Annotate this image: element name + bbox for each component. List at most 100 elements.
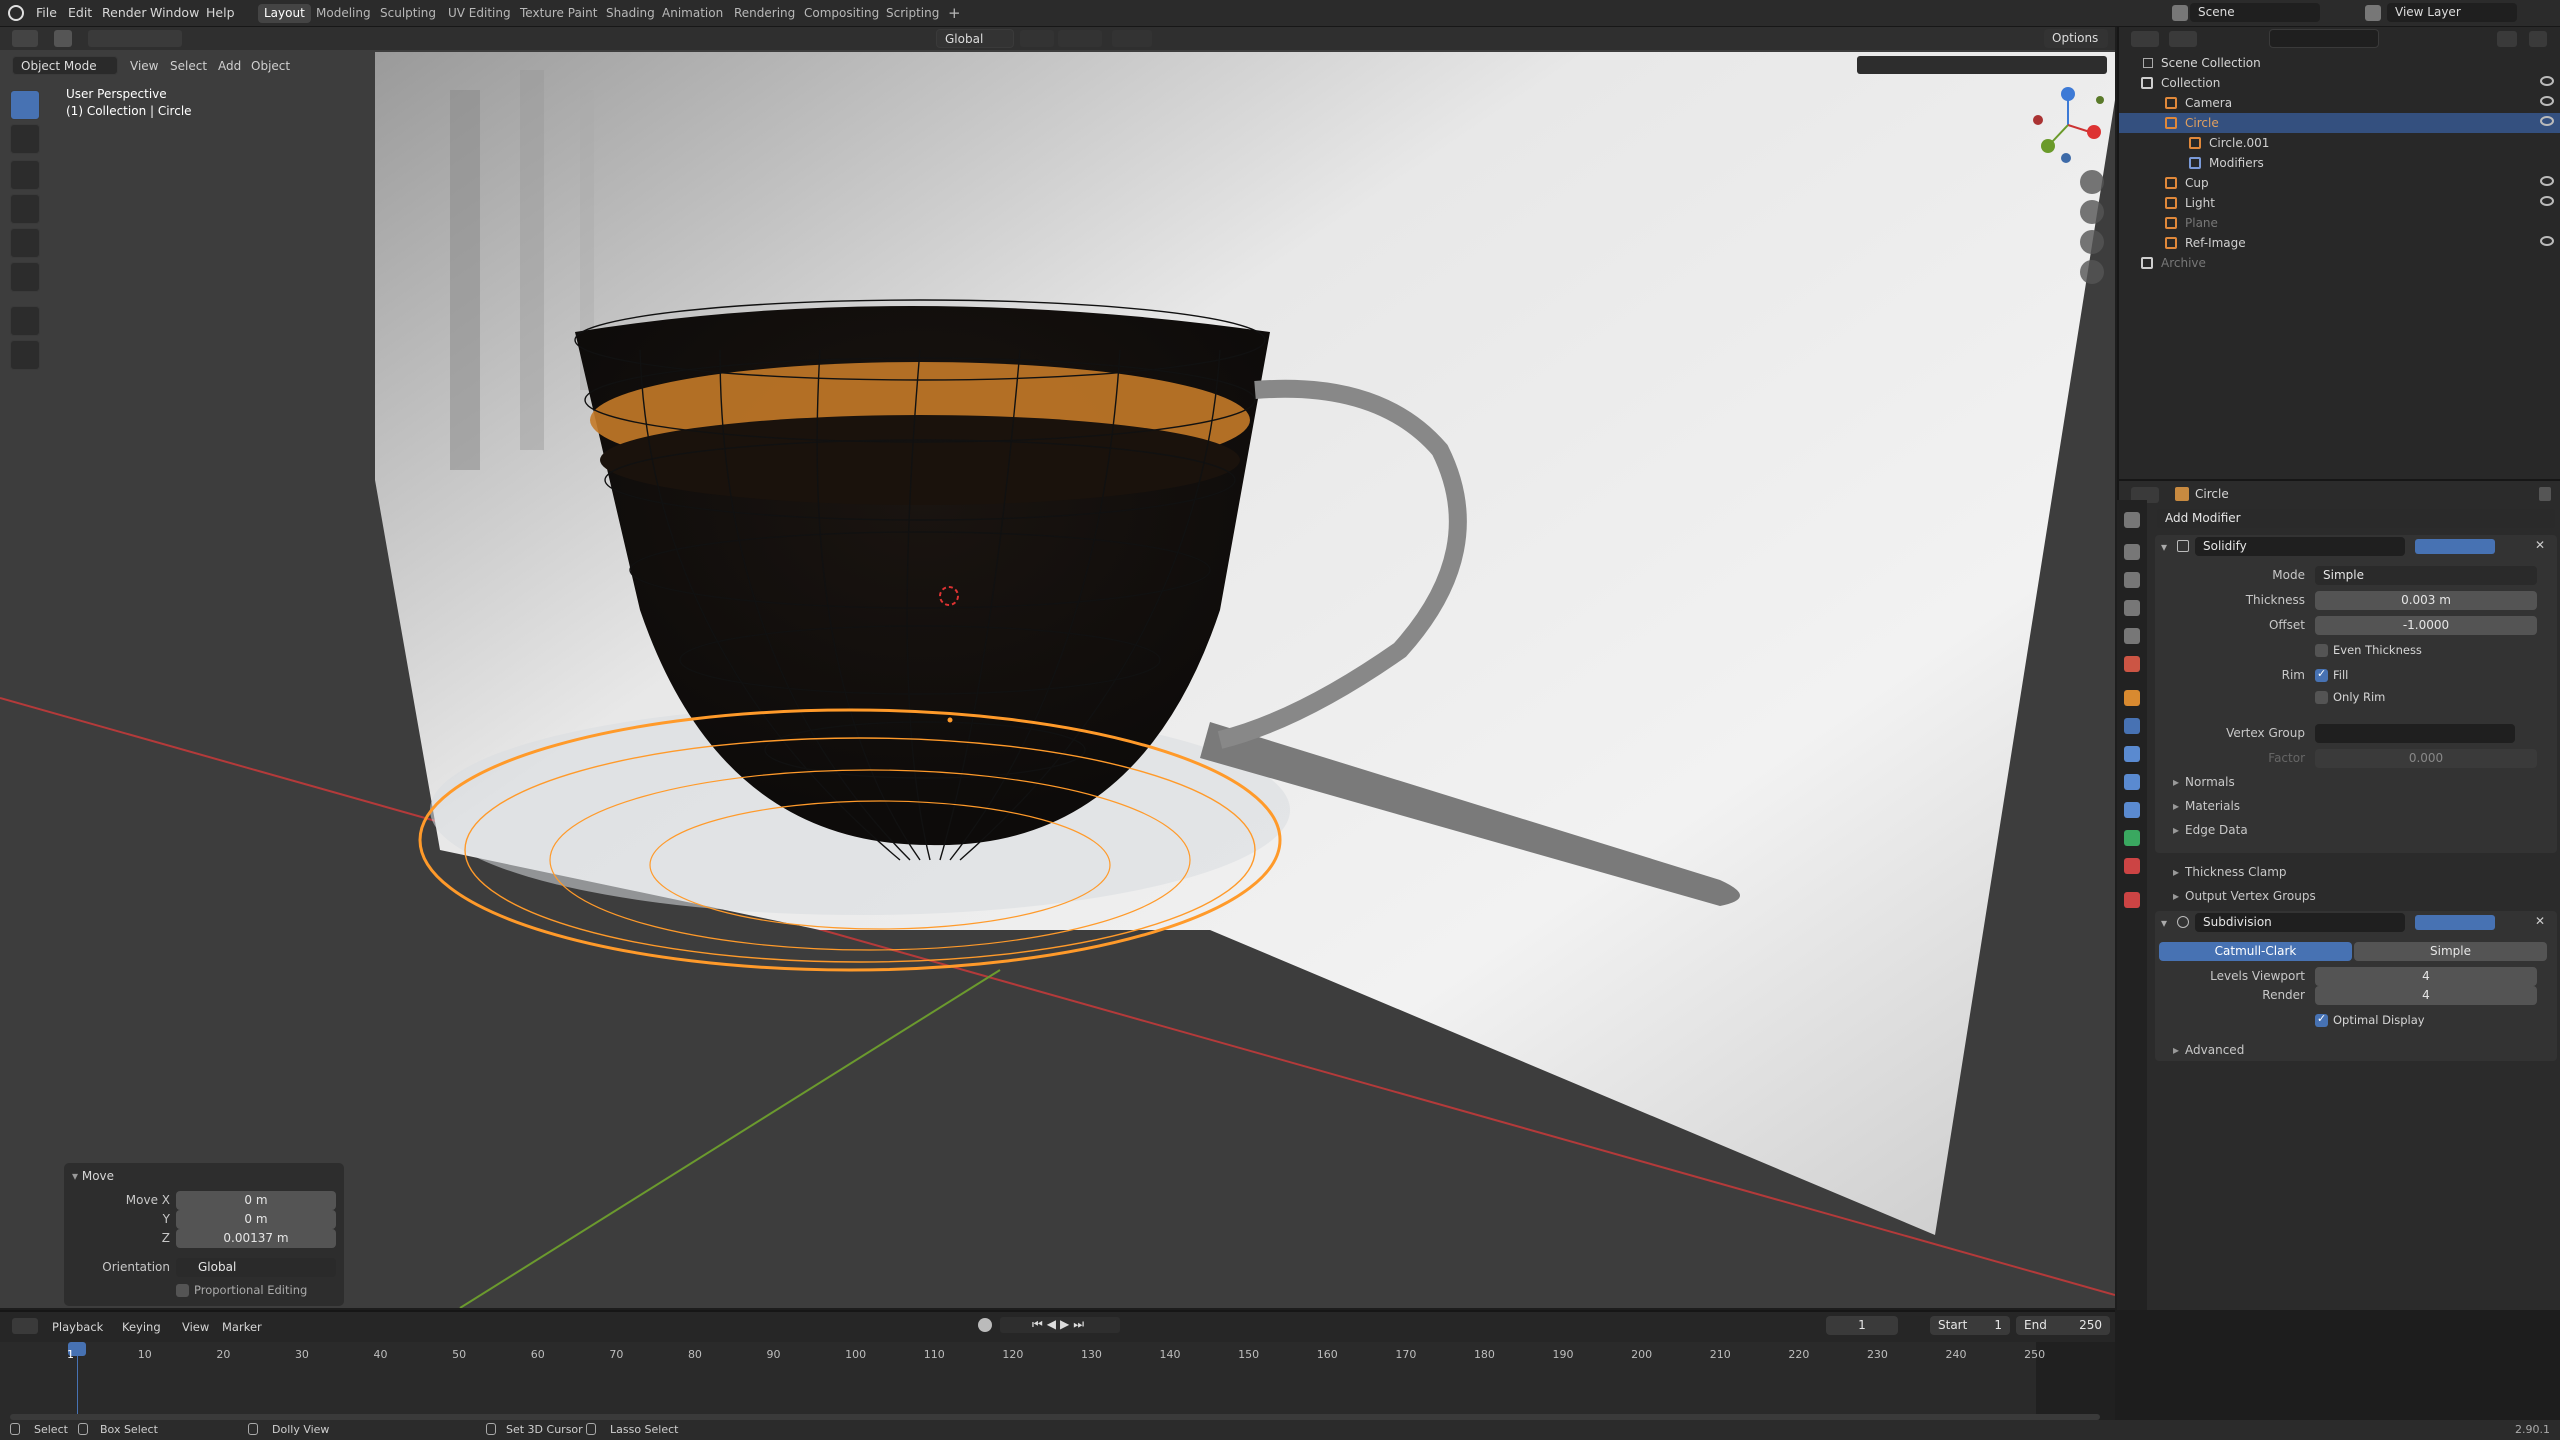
add-modifier-dropdown[interactable]: Add Modifier	[2157, 509, 2555, 528]
object-mode-dropdown[interactable]: Object Mode	[12, 56, 118, 75]
menu-render[interactable]: Render	[102, 5, 147, 20]
levels-viewport-field[interactable]: 4	[2315, 967, 2537, 986]
move-icon[interactable]	[10, 160, 40, 190]
outliner-row-modifiers[interactable]: Modifiers	[2119, 153, 2560, 173]
display-mode-icon[interactable]	[2169, 31, 2197, 47]
tab-texture-paint[interactable]: Texture Paint	[514, 4, 603, 23]
particles-tab-icon[interactable]	[2124, 746, 2140, 762]
subpanel-thickness-clamp[interactable]: Thickness Clamp	[2173, 865, 2287, 879]
collapse-icon[interactable]: ▾	[2161, 540, 2167, 554]
reference-image-plane[interactable]	[375, 52, 2115, 1235]
tab-compositing[interactable]: Compositing	[798, 4, 885, 23]
measure-icon[interactable]	[10, 340, 40, 370]
move-panel-title[interactable]: ▾ Move	[72, 1169, 114, 1183]
tab-scripting[interactable]: Scripting	[880, 4, 945, 23]
physics-tab-icon[interactable]	[2124, 774, 2140, 790]
outliner-row-ref-image[interactable]: Ref-Image	[2119, 233, 2560, 253]
orientation-dropdown[interactable]: Global	[936, 29, 1014, 48]
output-tab-icon[interactable]	[2124, 572, 2140, 588]
view-layer-icon[interactable]	[2365, 5, 2381, 21]
tab-animation[interactable]: Animation	[656, 4, 729, 23]
visibility-eye-icon[interactable]	[2540, 196, 2554, 206]
editor-type-icon[interactable]	[12, 30, 38, 47]
subdivision-name-field[interactable]: Subdivision	[2195, 913, 2405, 932]
remove-modifier-icon[interactable]: ✕	[2535, 914, 2545, 928]
zoom-icon[interactable]	[2080, 170, 2104, 194]
menu-file[interactable]: File	[36, 5, 57, 20]
select-tool-icon[interactable]	[54, 30, 72, 47]
visibility-eye-icon[interactable]	[2540, 76, 2554, 86]
optimal-display-checkbox[interactable]	[2315, 1012, 2328, 1027]
tab-shading[interactable]: Shading	[600, 4, 661, 23]
simple-button[interactable]: Simple	[2354, 942, 2547, 961]
new-collection-icon[interactable]	[2529, 31, 2547, 47]
add-workspace-icon[interactable]: +	[942, 2, 967, 22]
outliner-search-input[interactable]	[2269, 29, 2379, 48]
ortho-toggle-icon[interactable]	[2080, 260, 2104, 284]
rotate-icon[interactable]	[10, 194, 40, 224]
subpanel-edge-data[interactable]: Edge Data	[2173, 823, 2248, 837]
outliner-row-circle[interactable]: Circle	[2119, 113, 2560, 133]
subpanel-normals[interactable]: Normals	[2173, 775, 2235, 789]
object-tab-icon[interactable]	[2124, 690, 2140, 706]
orientation-select[interactable]: Global	[176, 1258, 336, 1277]
menu-window[interactable]: Window	[150, 5, 199, 20]
modifier-visibility-toggles[interactable]	[2415, 915, 2495, 930]
thickness-field[interactable]: 0.003 m	[2315, 591, 2537, 610]
camera-view-icon[interactable]	[2080, 230, 2104, 254]
fill-checkbox[interactable]	[2315, 667, 2328, 682]
visibility-eye-icon[interactable]	[2540, 176, 2554, 186]
record-icon[interactable]	[978, 1318, 992, 1332]
even-thickness-checkbox[interactable]	[2315, 644, 2328, 657]
viewport-menu-select[interactable]: Select	[170, 59, 207, 73]
playback-controls[interactable]: ⏮◀▶⏭	[1000, 1317, 1120, 1333]
data-tab-icon[interactable]	[2124, 830, 2140, 846]
annotate-icon[interactable]	[10, 306, 40, 336]
mode-select[interactable]: Simple	[2315, 566, 2537, 585]
viewport-menu-view[interactable]: View	[130, 59, 158, 73]
select-box-icon[interactable]	[10, 90, 40, 120]
tool-tab-icon[interactable]	[2124, 512, 2140, 528]
current-frame-field[interactable]: 1	[1826, 1316, 1898, 1335]
visibility-eye-icon[interactable]	[2540, 96, 2554, 106]
render-levels-field[interactable]: 4	[2315, 986, 2537, 1005]
move-y-field[interactable]: 0 m	[176, 1210, 336, 1229]
visibility-eye-icon[interactable]	[2540, 116, 2554, 126]
outliner-row-light[interactable]: Light	[2119, 193, 2560, 213]
outliner-row-plane[interactable]: Plane	[2119, 213, 2560, 233]
scale-icon[interactable]	[10, 228, 40, 258]
timeline-menu-keying[interactable]: Keying	[122, 1320, 161, 1334]
outliner-row-camera[interactable]: Camera	[2119, 93, 2560, 113]
timeline-menu-view[interactable]: View	[182, 1320, 209, 1334]
render-tab-icon[interactable]	[2124, 544, 2140, 560]
pan-icon[interactable]	[2080, 200, 2104, 224]
proportional-checkbox[interactable]	[176, 1284, 189, 1297]
move-x-field[interactable]: 0 m	[176, 1191, 336, 1210]
outliner-row-scene-collection[interactable]: Scene Collection	[2119, 53, 2560, 73]
outliner-row-circle-001[interactable]: Circle.001	[2119, 133, 2560, 153]
filter-icon[interactable]	[2497, 31, 2517, 47]
offset-field[interactable]: -1.0000	[2315, 616, 2537, 635]
blender-logo-icon[interactable]	[8, 5, 24, 21]
overlay-icons[interactable]	[1857, 56, 2107, 74]
transform-icon[interactable]	[10, 262, 40, 292]
move-z-field[interactable]: 0.00137 m	[176, 1229, 336, 1248]
solidify-name-field[interactable]: Solidify	[2195, 537, 2405, 556]
pin-icon[interactable]	[2539, 487, 2551, 501]
modifier-tab-icon[interactable]	[2124, 718, 2140, 734]
timeline-editor-icon[interactable]	[12, 1318, 38, 1334]
scene-field[interactable]: Scene	[2190, 3, 2320, 22]
vertex-group-field[interactable]	[2315, 724, 2515, 743]
tab-rendering[interactable]: Rendering	[728, 4, 801, 23]
texture-tab-icon[interactable]	[2124, 892, 2140, 908]
outliner-row-archive[interactable]: Archive	[2119, 253, 2560, 273]
subpanel-materials[interactable]: Materials	[2173, 799, 2240, 813]
menu-help[interactable]: Help	[206, 5, 235, 20]
scene-icon[interactable]	[2172, 5, 2188, 21]
cursor-icon[interactable]	[10, 124, 40, 154]
factor-field[interactable]: 0.000	[2315, 749, 2537, 768]
tab-layout[interactable]: Layout	[258, 4, 311, 23]
start-frame-field[interactable]: Start 1	[1930, 1316, 2010, 1335]
catmull-clark-button[interactable]: Catmull-Clark	[2159, 942, 2352, 961]
3d-viewport[interactable]: Object Mode View Select Add Object User …	[0, 50, 2115, 1308]
